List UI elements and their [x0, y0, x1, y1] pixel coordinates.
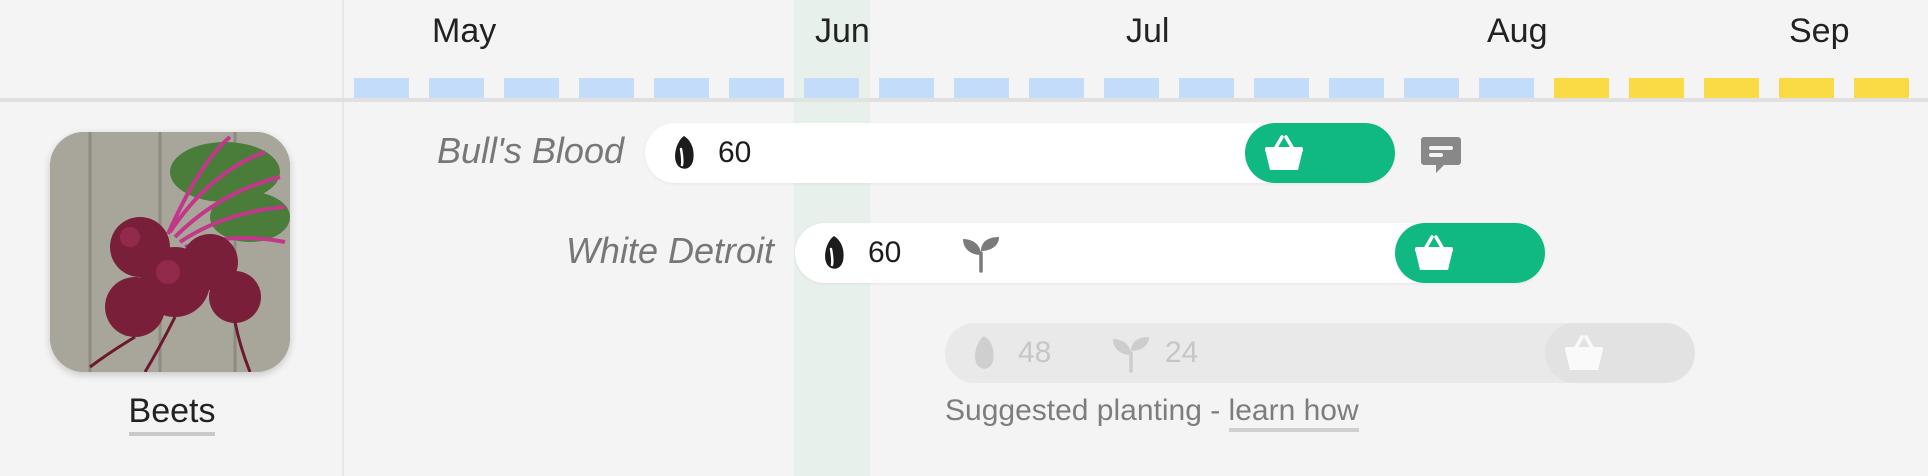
harvest-week-block	[1779, 78, 1834, 98]
harvest-button[interactable]	[1395, 223, 1545, 283]
learn-how-link[interactable]: learn how	[1228, 394, 1359, 432]
sow-week-block	[354, 78, 409, 98]
beets-photo[interactable]	[50, 132, 290, 372]
sow-week-block	[804, 78, 859, 98]
harvest-week-block	[1629, 78, 1684, 98]
sow-week-block	[879, 78, 934, 98]
month-label-jul: Jul	[1126, 12, 1170, 50]
seed-icon	[975, 336, 994, 369]
sow-week-block	[654, 78, 709, 98]
sow-week-block	[429, 78, 484, 98]
suggested-planting-bar[interactable]: 48 24	[945, 323, 1695, 383]
planting-bar-bulls-blood[interactable]: 60	[645, 123, 1395, 183]
month-label-may: May	[432, 12, 497, 50]
seed-count: 60	[868, 236, 902, 269]
header-left-spacer	[0, 0, 344, 102]
crop-name[interactable]: Beets	[0, 392, 344, 436]
comment-icon[interactable]	[1420, 134, 1462, 176]
harvest-week-block	[1854, 78, 1909, 98]
sow-week-block	[729, 78, 784, 98]
suggested-planting-text: Suggested planting -	[945, 394, 1229, 427]
sow-week-block	[1104, 78, 1159, 98]
basket-icon	[1265, 135, 1303, 170]
sow-week-block	[1479, 78, 1534, 98]
sow-week-block	[1404, 78, 1459, 98]
sow-week-block	[1254, 78, 1309, 98]
seed-icon	[825, 236, 844, 269]
harvest-button[interactable]	[1245, 123, 1395, 183]
sow-week-block	[579, 78, 634, 98]
month-label-jun: Jun	[815, 12, 870, 50]
sow-week-block	[1329, 78, 1384, 98]
basket-icon	[1565, 335, 1603, 370]
basket-icon	[1415, 235, 1453, 270]
crop-name-text[interactable]: Beets	[128, 392, 216, 436]
harvest-week-block	[1554, 78, 1609, 98]
suggested-sprout-count: 24	[1165, 336, 1199, 369]
harvest-button[interactable]	[1545, 323, 1695, 383]
harvest-week-block	[1704, 78, 1759, 98]
variety-label-bulls-blood[interactable]: Bull's Blood	[344, 130, 624, 172]
seed-count: 60	[718, 136, 752, 169]
sow-week-block	[1179, 78, 1234, 98]
variety-label-white-detroit[interactable]: White Detroit	[344, 230, 774, 272]
sprout-icon	[1113, 337, 1149, 373]
seed-icon	[675, 136, 694, 169]
sprout-icon	[963, 237, 999, 273]
suggested-seed-count: 48	[1018, 336, 1052, 369]
sow-week-block	[1029, 78, 1084, 98]
month-label-aug: Aug	[1487, 12, 1548, 50]
beets-illustration	[50, 132, 290, 372]
sow-week-block	[954, 78, 1009, 98]
sow-week-block	[504, 78, 559, 98]
planting-bar-white-detroit[interactable]: 60	[795, 223, 1545, 283]
month-label-sep: Sep	[1789, 12, 1850, 50]
suggested-planting-caption: Suggested planting - learn how	[945, 394, 1359, 432]
